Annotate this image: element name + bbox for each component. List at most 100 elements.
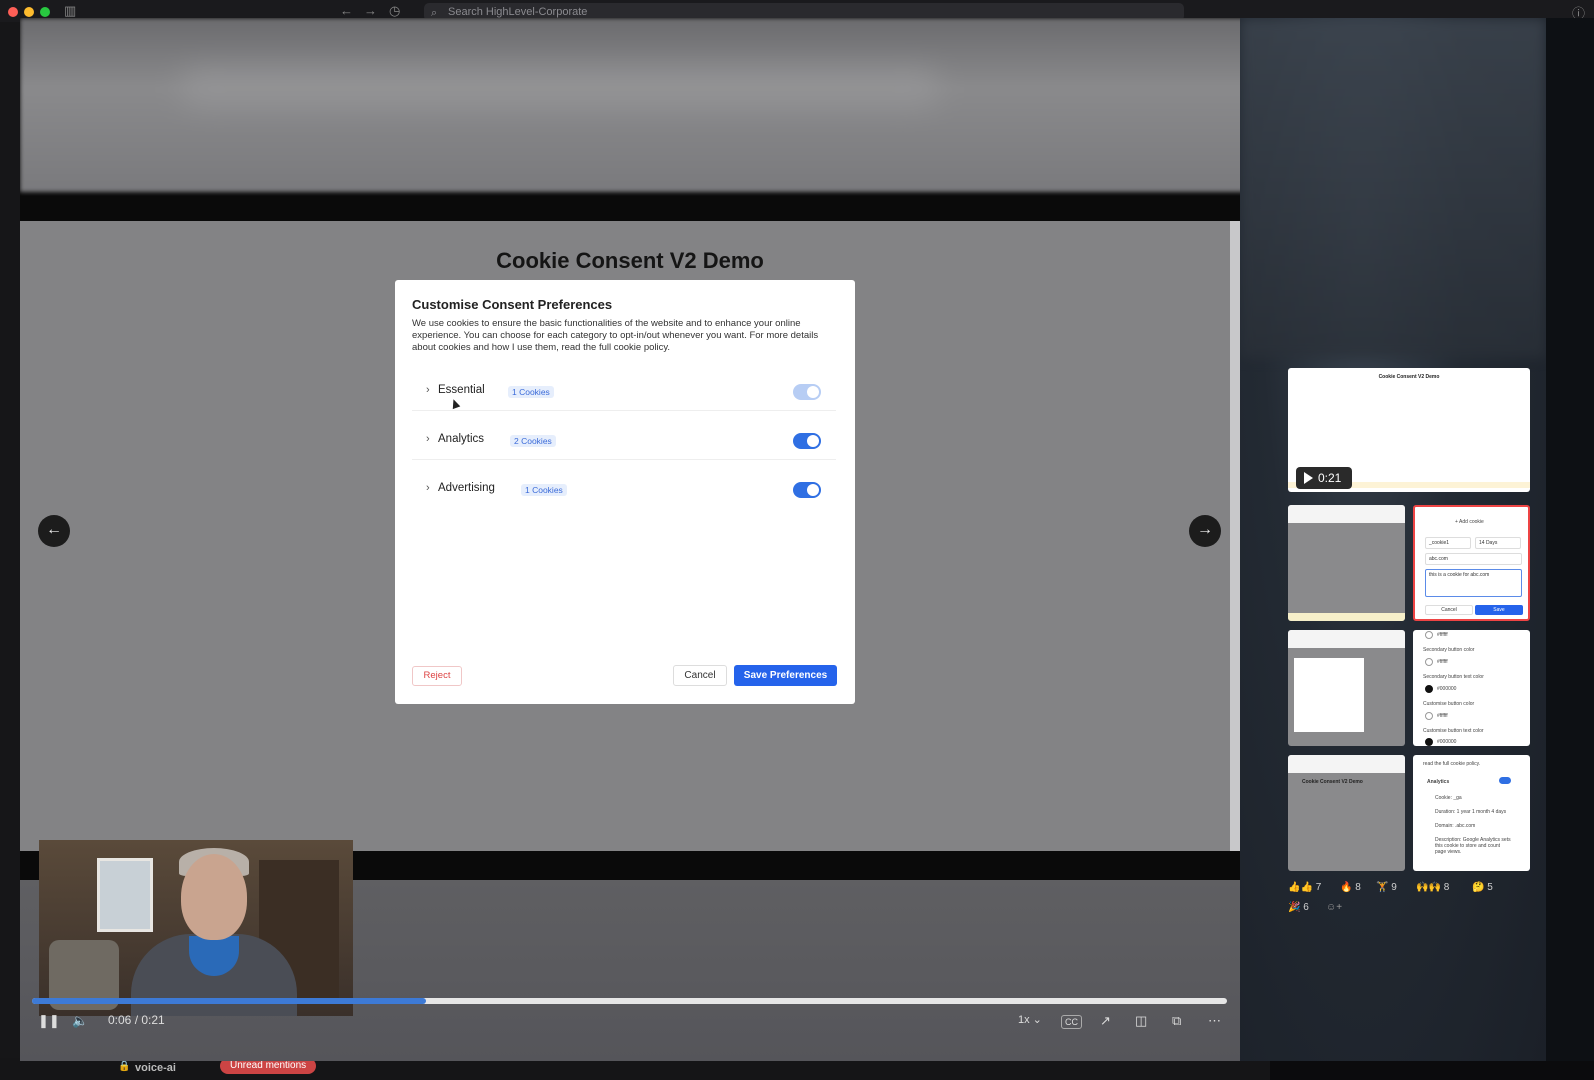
demo-title: Cookie Consent V2 Demo [496,248,764,273]
reaction-pill[interactable]: 🏋 9 [1376,880,1397,896]
cookie-count-badge: 1 Cookies [521,484,567,496]
image-thumbnail[interactable]: Cookie Consent V2 Demo [1288,755,1405,871]
thumb-text: Domain: .abc.com [1435,823,1476,829]
thumb-text: #ffffff [1437,632,1448,638]
background-edge [1546,18,1594,1061]
play-icon [1304,472,1313,484]
thumb-text: abc.com [1425,553,1522,565]
previous-arrow-button[interactable]: ← [38,515,70,547]
reaction-count: 5 [1487,882,1493,893]
thumb-text: + Add cookie [1455,519,1484,525]
app-left-rail [0,22,20,1062]
essential-toggle[interactable] [793,384,821,400]
reaction-count: 9 [1391,882,1397,893]
reaction-emoji: 🤔 [1472,882,1485,893]
side-panel-icon[interactable]: ◫ [1135,1013,1147,1029]
thumb-text: this is a cookie for abc.com [1425,569,1522,597]
dialog-description: We use cookies to ensure the basic funct… [412,318,819,353]
thumb-text: Analytics [1427,779,1450,785]
cookie-count-badge: 1 Cookies [508,386,554,398]
image-thumbnail-colors[interactable]: #ffffff Secondary button color #ffffff S… [1413,630,1530,746]
reaction-count: 7 [1315,882,1322,893]
back-arrow-icon[interactable]: ← [340,3,353,18]
search-placeholder: Search HighLevel-Corporate [448,6,588,18]
lock-icon: 🔒 [118,1061,131,1072]
open-external-icon[interactable]: ↗ [1100,1013,1111,1029]
cancel-button[interactable]: Cancel [673,665,727,686]
thumb-text: #000000 [1437,739,1457,745]
forward-arrow-icon[interactable]: → [364,3,377,18]
category-name: Essential [438,384,485,396]
add-reaction-icon[interactable]: ☺+ [1326,900,1342,916]
image-thumbnail-analytics[interactable]: read the full cookie policy. Analytics C… [1413,755,1530,871]
thumb-text: Cancel [1425,605,1473,615]
zoom-window-button[interactable] [40,7,50,17]
reaction-emoji: 🔥 [1340,882,1353,893]
reaction-pill[interactable]: 🔥 8 [1340,880,1361,896]
reaction-pill[interactable]: 🤔 5 [1472,880,1493,896]
dialog-title: Customise Consent Preferences [412,297,613,312]
more-options-icon[interactable]: ⋯ [1208,1013,1221,1029]
chevron-right-icon: › [426,433,430,445]
progress-bar[interactable] [32,998,1227,1004]
thumb-text: #ffffff [1437,659,1448,665]
reaction-count: 8 [1443,882,1450,893]
cookie-count-badge: 2 Cookies [510,435,556,447]
category-advertising[interactable]: › Advertising 1 Cookies [412,471,836,509]
image-thumbnail[interactable] [1288,630,1405,746]
player-controls: ❚❚ 🔈 0:06 / 0:21 1x ⌄ CC ↗ ◫ ⧉ ⋯ [20,1013,1260,1037]
thumb-text: _cookie1 [1425,537,1471,549]
speed-value: 1x [1018,1014,1030,1026]
chevron-right-icon: › [426,384,430,396]
frame-edge [1230,221,1240,851]
play-duration-badge[interactable]: 0:21 [1296,467,1352,489]
chevron-right-icon: › [426,482,430,494]
captions-button[interactable]: CC [1061,1015,1082,1029]
thumbnail-title: Cookie Consent V2 Demo [1378,374,1440,380]
volume-icon[interactable]: 🔈 [72,1013,88,1029]
thumb-text: Cookie Consent V2 Demo [1302,779,1363,785]
save-preferences-button[interactable]: Save Preferences [734,665,837,686]
thumb-text: Secondary button color [1423,647,1475,653]
reaction-emoji: 🙌🙌 [1416,882,1441,893]
presenter-webcam [39,840,353,1016]
playback-time: 0:06 / 0:21 [108,1013,165,1027]
sidebar-toggle-icon[interactable]: ▥ [64,3,76,19]
video-thumbnail[interactable]: Cookie Consent V2 Demo 0:21 [1288,368,1530,492]
reaction-pill[interactable]: 🙌🙌 8 [1416,880,1449,896]
picture-in-picture-icon[interactable]: ⧉ [1172,1013,1181,1029]
pause-icon[interactable]: ❚❚ [38,1013,60,1029]
thumb-text: Secondary button text color [1423,674,1484,680]
history-icon[interactable]: ◷ [389,3,400,19]
speed-select[interactable]: 1x ⌄ [1018,1013,1042,1026]
close-window-button[interactable] [8,7,18,17]
thumb-text: Cookie: _ga [1435,795,1462,801]
blurred-frame-top [20,18,1260,192]
advertising-toggle[interactable] [793,482,821,498]
analytics-toggle[interactable] [793,433,821,449]
category-name: Analytics [438,433,485,445]
channel-name: voice-ai [135,1062,176,1074]
reaction-emoji: 👍👍 [1288,882,1313,893]
category-essential[interactable]: › Essential 1 Cookies [412,373,836,411]
category-name: Advertising [438,482,495,494]
consent-preferences-dialog: Customise Consent Preferences We use coo… [395,280,855,704]
thumb-text: #ffffff [1437,713,1448,719]
category-analytics[interactable]: › Analytics 2 Cookies [412,422,836,460]
reaction-pill[interactable]: 👍👍 7 [1288,880,1321,896]
progress-fill [32,998,427,1004]
image-thumbnail-add-cookie[interactable]: + Add cookie _cookie1 14 Days abc.com th… [1413,505,1530,621]
reaction-emoji: 🎉 [1288,902,1301,913]
reaction-pill[interactable]: 🎉 6 [1288,900,1309,916]
thumb-text: 14 Days [1475,537,1521,549]
reject-button[interactable]: Reject [412,666,462,686]
thumb-text: Customise button color [1423,701,1475,707]
thumb-text: #000000 [1437,686,1457,692]
image-thumbnail[interactable] [1288,505,1405,621]
gallery-panel: Cookie Consent V2 Demo 0:21 + Add cookie… [1240,18,1546,1061]
next-arrow-button[interactable]: → [1189,515,1221,547]
reaction-emoji: 🏋 [1376,882,1389,893]
duration: 0:21 [1318,471,1342,485]
background-channel-bar: 🔒 voice-ai Unread mentions [0,1058,1270,1080]
minimize-window-button[interactable] [24,7,34,17]
